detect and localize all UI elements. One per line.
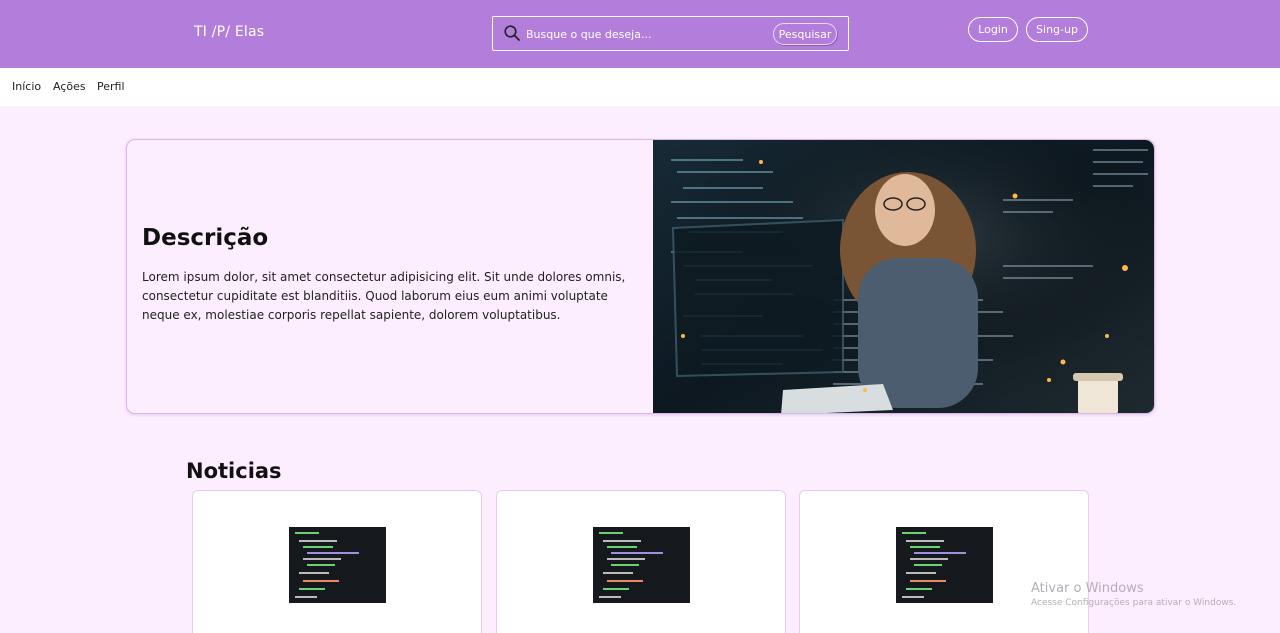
nav-item-perfil[interactable]: Perfil [97,80,125,93]
description-card: Descrição Lorem ipsum dolor, sit amet co… [126,139,1155,414]
search-input[interactable] [526,25,762,43]
search-bar: Pesquisar [492,16,849,51]
news-card[interactable] [496,490,786,633]
signup-button[interactable]: Sing-up [1026,17,1088,42]
news-card[interactable] [192,490,482,633]
top-header: TI /P/ Elas Pesquisar Login Sing-up [0,0,1280,68]
news-card[interactable] [799,490,1089,633]
login-button[interactable]: Login [968,17,1018,42]
news-thumbnail [593,527,690,603]
search-button[interactable]: Pesquisar [773,23,837,45]
description-text: Lorem ipsum dolor, sit amet consectetur … [142,270,626,322]
brand-logo[interactable]: TI /P/ Elas [194,24,264,40]
nav-item-inicio[interactable]: Início [12,80,41,93]
news-thumbnail [289,527,386,603]
news-thumbnail [896,527,993,603]
news-section-title: Noticias [186,459,282,483]
nav-bar: Início Ações Perfil [0,68,1280,106]
windows-activation-title: Ativar o Windows [1031,581,1144,596]
nav-item-acoes[interactable]: Ações [53,80,86,93]
windows-activation-subtitle: Acesse Configurações para ativar o Windo… [1031,598,1237,608]
hero-image [653,140,1154,413]
description-title: Descrição [142,225,269,251]
search-icon[interactable] [503,24,521,42]
